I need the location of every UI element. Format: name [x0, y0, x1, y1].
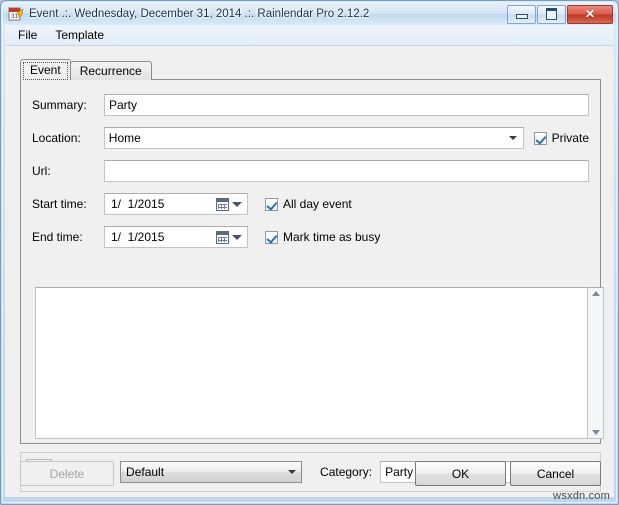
menu-item-file[interactable]: File — [9, 26, 46, 45]
window-title: Event .:. Wednesday, December 31, 2014 .… — [29, 8, 370, 20]
start-time-picker[interactable]: 1/ 1/2015 — [104, 193, 248, 215]
start-time-row: Start time: 1/ 1/2015 All day event — [32, 193, 589, 215]
window-controls: ✕ — [506, 4, 613, 24]
minimize-icon — [515, 14, 528, 19]
end-time-picker[interactable]: 1/ 1/2015 — [104, 226, 248, 248]
checkbox-check-icon — [265, 230, 278, 244]
maximize-button[interactable] — [537, 4, 566, 24]
ok-button[interactable]: OK — [415, 461, 506, 486]
summary-row: Summary: Party — [32, 94, 589, 116]
tab-event[interactable]: Event — [20, 59, 71, 80]
close-icon: ✕ — [584, 7, 596, 21]
calendar-combo[interactable]: Default — [120, 461, 303, 483]
minimize-button[interactable] — [507, 4, 536, 24]
url-row: Url: — [32, 160, 589, 182]
category-label: Category: — [320, 465, 373, 479]
chevron-down-icon — [508, 136, 517, 140]
start-time-value: 1/ 1/2015 — [111, 197, 165, 211]
title-bar[interactable]: 31 Event .:. Wednesday, December 31, 201… — [3, 3, 616, 25]
tab-focus-outline — [23, 62, 68, 80]
event-tab-panel: Summary: Party Location: Home Private Ur… — [20, 79, 604, 444]
chevron-down-icon — [288, 470, 297, 474]
chevron-down-icon[interactable] — [232, 201, 242, 207]
location-row: Location: Home Private — [32, 127, 589, 149]
checkbox-check-icon — [265, 197, 278, 211]
end-time-row: End time: 1/ 1/2015 Mark time as busy — [32, 226, 589, 248]
delete-button[interactable]: Delete — [20, 461, 114, 486]
cancel-button[interactable]: Cancel — [510, 461, 601, 486]
notes-scrollbar[interactable] — [588, 287, 604, 439]
menu-bar: File Template — [5, 25, 614, 46]
calendar-icon[interactable] — [216, 197, 229, 211]
end-time-value: 1/ 1/2015 — [111, 230, 165, 244]
client-area: Event Recurrence Summary: Party Location… — [5, 46, 614, 497]
mark-time-as-busy-checkbox[interactable]: Mark time as busy — [265, 230, 380, 244]
private-checkbox[interactable]: Private — [533, 131, 589, 145]
chevron-down-icon[interactable] — [232, 234, 242, 240]
location-label: Location: — [32, 131, 81, 145]
mark-time-as-busy-label: Mark time as busy — [283, 230, 381, 244]
all-day-event-label: All day event — [283, 197, 352, 211]
end-time-label: End time: — [32, 230, 83, 244]
scroll-up-icon[interactable] — [591, 291, 600, 296]
svg-text:31: 31 — [11, 14, 18, 20]
notes-textarea[interactable] — [35, 287, 588, 439]
watermark: wsxdn.com — [553, 490, 610, 502]
location-value: Home — [108, 131, 141, 145]
url-input[interactable] — [104, 160, 589, 182]
summary-input[interactable]: Party — [104, 94, 589, 116]
calendar-icon[interactable] — [216, 230, 229, 244]
menu-item-template[interactable]: Template — [46, 26, 113, 45]
maximize-icon — [546, 8, 557, 20]
tab-recurrence-label: Recurrence — [79, 64, 142, 78]
checkbox-check-icon — [533, 131, 547, 145]
scroll-down-icon[interactable] — [591, 430, 600, 435]
url-label: Url: — [32, 164, 51, 178]
calendar-value: Default — [126, 465, 165, 479]
tab-recurrence[interactable]: Recurrence — [69, 61, 152, 80]
location-combo[interactable]: Home — [103, 127, 524, 149]
start-time-label: Start time: — [32, 197, 87, 211]
summary-label: Summary: — [32, 98, 87, 112]
private-label: Private — [551, 131, 589, 145]
calendar-event-icon: 31 — [8, 6, 24, 22]
tab-strip: Event Recurrence — [20, 59, 152, 80]
all-day-event-checkbox[interactable]: All day event — [265, 197, 352, 211]
close-button[interactable]: ✕ — [567, 4, 613, 24]
event-dialog-window: 31 Event .:. Wednesday, December 31, 201… — [0, 0, 619, 505]
